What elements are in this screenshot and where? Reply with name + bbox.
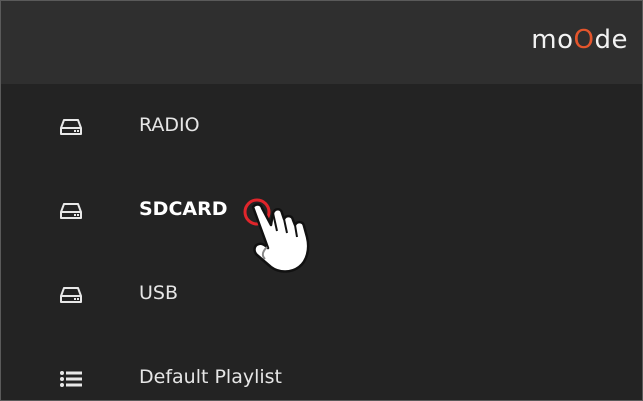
app-logo[interactable]: moOde (531, 25, 628, 55)
drive-icon (59, 286, 83, 304)
logo-accent-letter: O (573, 25, 595, 55)
logo-text-start: mo (531, 25, 574, 55)
app-window: moOde RADIO SDCARD USB Default Playlist (0, 0, 643, 401)
menu-item-label: SDCARD (139, 198, 228, 220)
playlist-icon (59, 370, 83, 388)
drive-icon (59, 202, 83, 220)
menu-item-label: Default Playlist (139, 366, 282, 388)
menu-item-label: USB (139, 282, 179, 304)
menu-item-default-playlist[interactable]: Default Playlist (1, 336, 642, 400)
header-bar: moOde (1, 1, 642, 84)
logo-text-end: de (594, 25, 628, 55)
menu-item-label: RADIO (139, 114, 200, 136)
menu-item-radio[interactable]: RADIO (1, 84, 642, 168)
drive-icon (59, 118, 83, 136)
hand-pointer-icon (237, 195, 347, 285)
